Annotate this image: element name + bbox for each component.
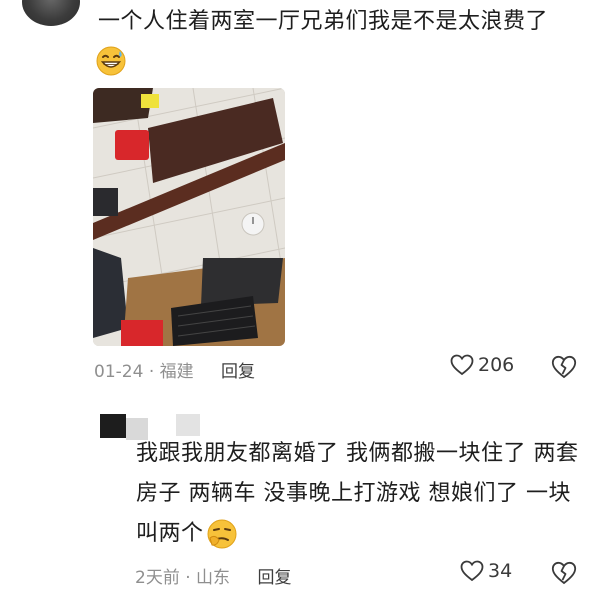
reply-button[interactable]: 回复	[221, 362, 255, 382]
comment-photo[interactable]	[93, 88, 285, 346]
like-button[interactable]: 206	[450, 354, 514, 376]
reply-comment-body: 我跟我朋友都离婚了 我俩都搬一块住了 两套房子 两辆车 没事晚上打游戏 想娘们了…	[136, 441, 579, 546]
like-count: 206	[478, 354, 515, 376]
user-avatar[interactable]	[22, 0, 80, 26]
broken-heart-icon[interactable]	[551, 561, 577, 589]
reply-date: 2天前	[135, 568, 180, 588]
thinking-smirk-emoji-icon	[204, 519, 238, 549]
meta-separator: ·	[185, 568, 191, 588]
comment-date: 01-24	[94, 362, 144, 382]
comment-location: 福建	[159, 362, 194, 382]
comment-meta: 01-24 · 福建 回复	[94, 357, 255, 382]
heart-icon	[450, 354, 474, 376]
broken-heart-icon[interactable]	[551, 355, 577, 383]
like-count: 34	[488, 560, 513, 582]
comment-text: 一个人住着两室一厅兄弟们我是不是太浪费了	[98, 9, 549, 34]
like-button[interactable]: 34	[460, 560, 512, 582]
reply-button[interactable]: 回复	[257, 568, 291, 588]
meta-separator: ·	[148, 362, 155, 382]
grinning-sweat-emoji-icon	[95, 45, 127, 77]
heart-icon	[460, 560, 484, 582]
reply-meta: 2天前 · 山东 回复	[135, 563, 291, 588]
reply-comment-text: 我跟我朋友都离婚了 我俩都搬一块住了 两套房子 两辆车 没事晚上打游戏 想娘们了…	[136, 434, 581, 554]
reply-location: 山东	[196, 568, 231, 588]
